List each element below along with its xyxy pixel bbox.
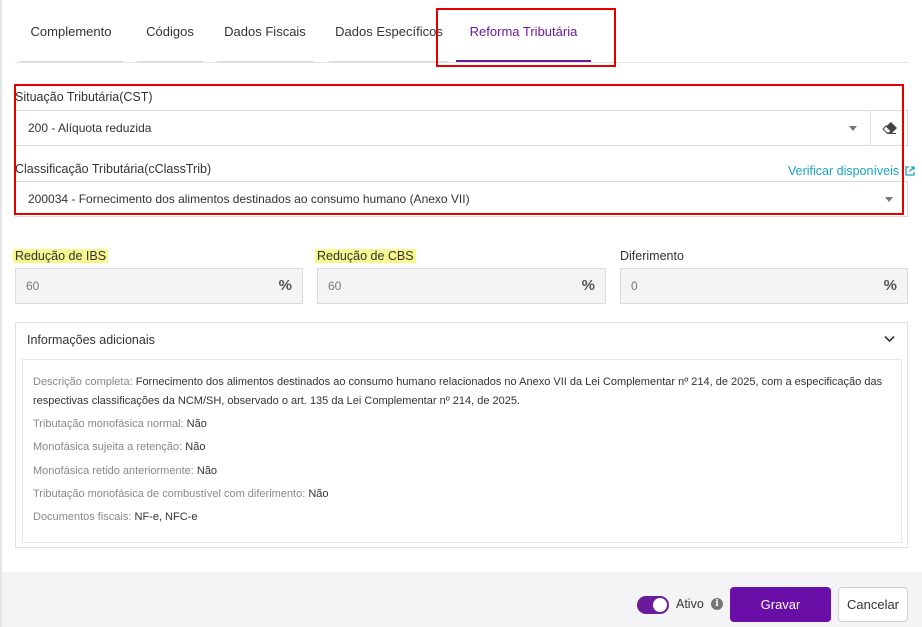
ativo-label: Ativo (676, 597, 704, 611)
info-key: Documentos fiscais: (33, 511, 132, 523)
panel-title[interactable]: Informações adicionais (27, 333, 155, 347)
percent-icon: % (278, 277, 292, 294)
info-row-combustivel-diferimento: Tributação monofásica de combustível com… (33, 485, 329, 504)
info-key: Tributação monofásica de combustível com… (33, 488, 306, 500)
info-key: Monofásica retido anteriormente: (33, 465, 194, 477)
tab-dados-fiscais[interactable]: Dados Fiscais (213, 0, 317, 62)
cst-select[interactable]: 200 - Alíquota reduzida (15, 110, 871, 146)
info-row-monofasica-normal: Tributação monofásica normal: Não (33, 415, 207, 434)
info-value: NF-e, NFC-e (134, 511, 198, 523)
info-content: Descrição completa: Fornecimento dos ali… (22, 359, 902, 543)
tab-codigos[interactable]: Códigos (133, 0, 207, 62)
info-value: Não (308, 488, 329, 500)
highlighted-text: Redução de CBS (315, 249, 416, 263)
eraser-icon (881, 122, 897, 134)
cst-label: Situação Tributária(CST) (15, 90, 153, 104)
window-edge (0, 0, 2, 627)
info-key: Descrição completa: (33, 376, 133, 388)
chevron-down-icon[interactable] (884, 335, 895, 343)
tab-bar: Complemento Códigos Dados Fiscais Dados … (15, 0, 908, 63)
info-row-descricao: Descrição completa: Fornecimento dos ali… (33, 373, 885, 411)
tab-label: Dados Fiscais (224, 23, 306, 39)
cclasstrib-label: Classificação Tributária(cClassTrib) (15, 162, 212, 176)
save-button[interactable]: Gravar (730, 587, 831, 622)
tab-label: Dados Específicos (335, 23, 443, 39)
info-value: Não (196, 465, 218, 477)
tab-reforma-tributaria[interactable]: Reforma Tributária (456, 0, 591, 62)
ibs-label: Redução de IBS (13, 249, 109, 263)
tab-dados-especificos[interactable]: Dados Específicos (325, 0, 453, 62)
external-link-icon (905, 166, 915, 176)
tab-label: Códigos (146, 23, 194, 39)
ativo-toggle[interactable] (637, 596, 669, 614)
verificar-disponiveis-link[interactable]: Verificar disponíveis (788, 164, 915, 178)
info-value: Não (186, 418, 207, 430)
additional-info-panel: Informações adicionais Descrição complet… (15, 322, 908, 548)
cbs-label: Redução de CBS (315, 249, 416, 263)
info-value: Fornecimento dos alimentos destinados ao… (33, 376, 883, 407)
info-key: Tributação monofásica normal: (33, 418, 184, 430)
cclasstrib-selected-value: 200034 - Fornecimento dos alimentos dest… (28, 192, 470, 206)
highlighted-text: Redução de IBS (13, 249, 109, 263)
info-row-monofasica-retencao: Monofásica sujeita a retenção: Não (33, 438, 205, 457)
cst-selected-value: 200 - Alíquota reduzida (28, 121, 152, 135)
cclasstrib-select[interactable]: 200034 - Fornecimento dos alimentos dest… (15, 181, 908, 217)
ibs-value: 60 (26, 279, 40, 293)
info-key: Monofásica sujeita a retenção: (33, 441, 183, 453)
ibs-input[interactable]: 60 % (15, 268, 303, 304)
diferimento-input[interactable]: 0 % (620, 268, 908, 304)
info-row-documentos: Documentos fiscais: NF-e, NFC-e (33, 508, 197, 527)
info-row-monofasica-retido: Monofásica retido anteriormente: Não (33, 462, 217, 481)
cbs-value: 60 (328, 279, 342, 293)
chevron-down-icon (849, 126, 857, 131)
tab-label: Reforma Tributária (469, 23, 578, 39)
diferimento-label: Diferimento (620, 249, 684, 263)
info-icon[interactable]: i (711, 598, 723, 610)
diferimento-value: 0 (631, 279, 638, 293)
percent-icon: % (581, 277, 595, 294)
chevron-down-icon (885, 197, 893, 202)
tab-label: Complemento (30, 23, 112, 39)
cbs-input[interactable]: 60 % (317, 268, 606, 304)
info-value: Não (185, 441, 206, 453)
link-text: Verificar disponíveis (788, 164, 900, 178)
clear-button[interactable] (871, 110, 908, 146)
tab-complemento[interactable]: Complemento (15, 0, 127, 62)
cancel-button[interactable]: Cancelar (838, 587, 908, 622)
percent-icon: % (883, 277, 897, 294)
